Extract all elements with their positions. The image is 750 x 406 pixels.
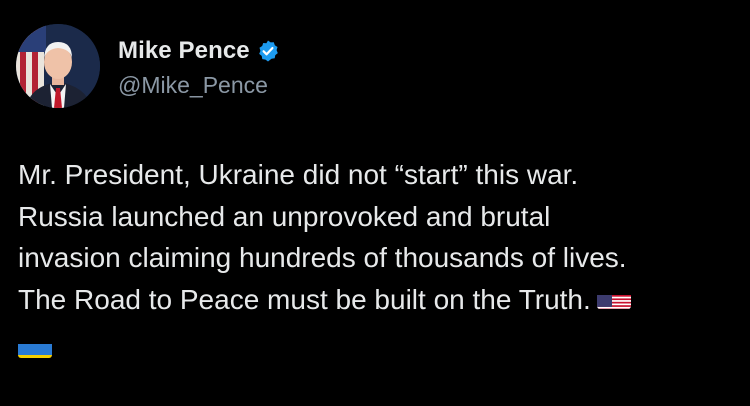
author-names: Mike Pence @Mike_Pence — [118, 34, 280, 99]
tweet-line: invasion claiming hundreds of thousands … — [18, 242, 627, 273]
avatar[interactable] — [16, 24, 100, 108]
ukraine-flag-emoji — [18, 336, 52, 358]
profile-photo — [16, 24, 100, 108]
handle[interactable]: @Mike_Pence — [118, 72, 280, 99]
tweet-line: Russia launched an unprovoked and brutal — [18, 200, 551, 232]
us-flag-emoji — [596, 287, 631, 310]
verified-badge-icon[interactable] — [256, 39, 280, 63]
display-name[interactable]: Mike Pence — [118, 37, 250, 65]
tweet-card: Mike Pence @Mike_Pence Mr. President, Uk… — [0, 0, 750, 406]
tweet-header: Mike Pence @Mike_Pence — [16, 24, 280, 108]
tweet-line-with-flag: The Road to Peace must be built on the T… — [18, 279, 738, 321]
tweet-line-text: The Road to Peace must be built on the T… — [18, 283, 591, 315]
tweet-line: Mr. President, Ukraine did not “start” t… — [18, 159, 579, 190]
tweet-text: Mr. President, Ukraine did not “start” t… — [18, 154, 738, 362]
name-row: Mike Pence — [118, 34, 280, 68]
